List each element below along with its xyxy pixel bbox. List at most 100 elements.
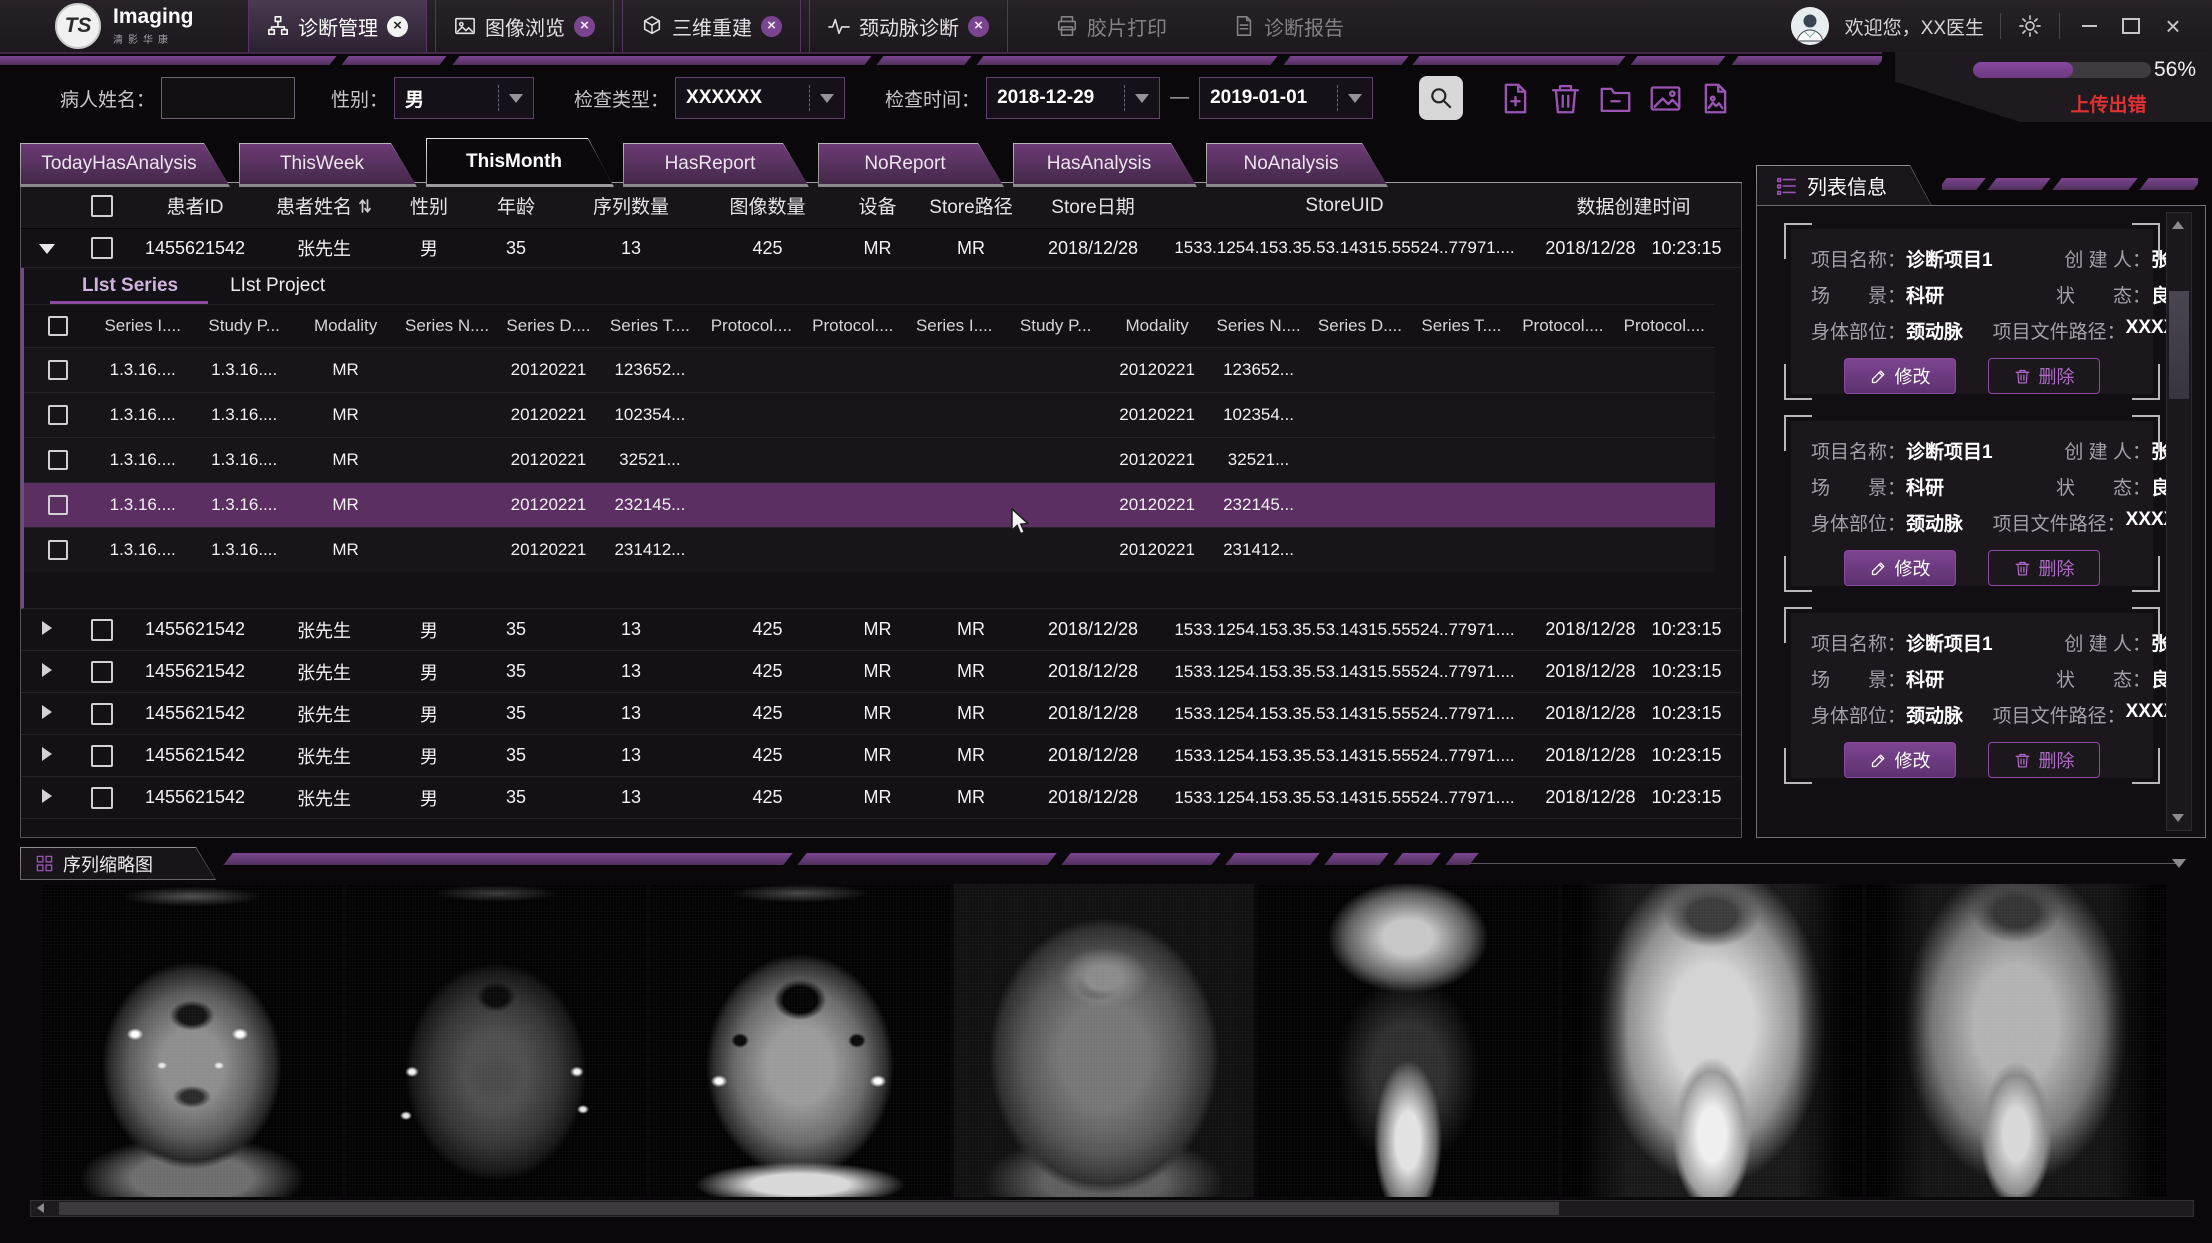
- series-column-header[interactable]: Protocol....: [1512, 316, 1613, 336]
- patient-row[interactable]: 1455621542 张先生 男 35 13 425 MR MR 2018/12…: [21, 609, 1741, 651]
- col-header-patient-name[interactable]: 患者姓名: [259, 192, 389, 219]
- series-column-header[interactable]: Series T....: [1411, 316, 1512, 336]
- series-row[interactable]: 1.3.16....1.3.16.... MR 20120221102354..…: [24, 392, 1715, 437]
- row-checkbox[interactable]: [91, 703, 113, 725]
- mri-thumbnail-5[interactable]: [1258, 884, 1558, 1197]
- expand-icon[interactable]: [42, 663, 52, 677]
- date-from-select[interactable]: 2018-12-29: [986, 77, 1160, 119]
- row-checkbox[interactable]: [91, 787, 113, 809]
- col-header-series-count[interactable]: 序列数量: [563, 192, 699, 219]
- series-row[interactable]: 1.3.16....1.3.16.... MR 2012022132521...…: [24, 437, 1715, 482]
- series-column-header[interactable]: Series N....: [396, 316, 497, 336]
- sort-icon[interactable]: [358, 198, 372, 214]
- patient-row[interactable]: 1455621542 张先生 男 35 13 425 MR MR 2018/12…: [21, 693, 1741, 735]
- series-column-header[interactable]: Series D....: [498, 316, 599, 336]
- series-column-header[interactable]: Protocol....: [802, 316, 903, 336]
- patient-row[interactable]: 1455621542 张先生 男 35 13 425 MR MR 2018/12…: [21, 777, 1741, 819]
- patient-name-input[interactable]: [161, 77, 295, 119]
- tab-diagnosis-report[interactable]: 诊断报告: [1215, 0, 1362, 52]
- scrollbar-thumb[interactable]: [59, 1202, 1559, 1215]
- scroll-down-icon[interactable]: [2172, 814, 2184, 822]
- series-checkbox[interactable]: [48, 540, 68, 560]
- tab-no-report[interactable]: NoReport: [818, 143, 1004, 187]
- series-row[interactable]: 1.3.16....1.3.16.... MR 20120221123652..…: [24, 347, 1715, 392]
- row-checkbox[interactable]: [91, 661, 113, 683]
- folder-icon[interactable]: [1599, 82, 1632, 115]
- tab-list-series[interactable]: LIst Series: [82, 275, 178, 304]
- row-checkbox[interactable]: [91, 237, 113, 259]
- series-column-header[interactable]: Modality: [1106, 316, 1207, 336]
- series-checkbox[interactable]: [48, 450, 68, 470]
- col-header-store-date[interactable]: Store日期: [1023, 192, 1163, 219]
- mri-thumbnail-2[interactable]: [346, 884, 646, 1197]
- col-header-device[interactable]: 设备: [836, 192, 919, 219]
- minimize-button[interactable]: [2076, 13, 2102, 39]
- tab-has-report[interactable]: HasReport: [623, 143, 809, 187]
- close-icon[interactable]: ×: [761, 16, 782, 37]
- date-to-select[interactable]: 2019-01-01: [1199, 77, 1373, 119]
- expand-icon[interactable]: [42, 621, 52, 635]
- collapse-icon[interactable]: [39, 244, 55, 254]
- col-header-store-uid[interactable]: StoreUID: [1163, 195, 1526, 217]
- picture-icon[interactable]: [1649, 82, 1682, 115]
- close-icon[interactable]: ×: [968, 16, 989, 37]
- patient-row[interactable]: 1455621542 张先生 男 35 13 425 MR MR 2018/12…: [21, 735, 1741, 777]
- exam-type-select[interactable]: XXXXXX: [675, 77, 845, 119]
- trash-icon[interactable]: [1549, 82, 1582, 115]
- series-column-header[interactable]: Series I....: [92, 316, 193, 336]
- col-header-image-count[interactable]: 图像数量: [699, 192, 836, 219]
- close-icon[interactable]: ×: [387, 16, 408, 37]
- scroll-up-icon[interactable]: [2172, 221, 2184, 229]
- series-column-header[interactable]: Series N....: [1208, 316, 1309, 336]
- avatar[interactable]: [1791, 7, 1829, 45]
- series-column-header[interactable]: Study P...: [1005, 316, 1106, 336]
- tab-carotid-diagnosis[interactable]: 颈动脉诊断 ×: [809, 0, 1008, 52]
- col-header-created-time[interactable]: 数据创建时间: [1526, 192, 1741, 219]
- tab-has-analysis[interactable]: HasAnalysis: [1013, 143, 1197, 187]
- tab-film-print[interactable]: 胶片打印: [1038, 0, 1185, 52]
- tab-this-week[interactable]: ThisWeek: [239, 143, 417, 187]
- mri-thumbnail-1[interactable]: [42, 884, 342, 1197]
- tab-diagnosis-management[interactable]: 诊断管理 ×: [248, 0, 427, 52]
- add-file-icon[interactable]: [1499, 82, 1532, 115]
- delete-button[interactable]: 删除: [1988, 742, 2100, 778]
- search-button[interactable]: [1419, 76, 1463, 120]
- select-all-series-checkbox[interactable]: [24, 316, 92, 337]
- select-all-checkbox[interactable]: [73, 195, 131, 217]
- expand-icon[interactable]: [42, 705, 52, 719]
- image-file-icon[interactable]: [1699, 82, 1732, 115]
- gender-select[interactable]: 男: [394, 77, 534, 119]
- col-header-store-path[interactable]: Store路径: [919, 192, 1023, 219]
- edit-button[interactable]: 修改: [1844, 358, 1956, 394]
- series-checkbox[interactable]: [48, 360, 68, 380]
- edit-button[interactable]: 修改: [1844, 742, 1956, 778]
- gear-icon[interactable]: [2017, 13, 2043, 39]
- tab-this-month[interactable]: ThisMonth: [426, 138, 614, 187]
- mri-thumbnail-3[interactable]: [650, 884, 950, 1197]
- expand-icon[interactable]: [42, 747, 52, 761]
- row-checkbox[interactable]: [91, 745, 113, 767]
- mri-thumbnail-6[interactable]: [1562, 884, 1862, 1197]
- series-row[interactable]: 1.3.16....1.3.16.... MR 20120221231412..…: [24, 527, 1715, 572]
- close-icon[interactable]: ×: [574, 16, 595, 37]
- mri-thumbnail-4[interactable]: [954, 884, 1254, 1197]
- edit-button[interactable]: 修改: [1844, 550, 1956, 586]
- scrollbar-thumb[interactable]: [2169, 291, 2189, 399]
- series-column-header[interactable]: Study P...: [193, 316, 294, 336]
- col-header-age[interactable]: 年龄: [469, 192, 563, 219]
- mri-thumbnail-7[interactable]: [1866, 884, 2166, 1197]
- scroll-left-icon[interactable]: [37, 1203, 44, 1213]
- patient-row[interactable]: 1455621542 张先生 男 35 13 425 MR MR 2018/12…: [21, 651, 1741, 693]
- tab-no-analysis[interactable]: NoAnalysis: [1206, 143, 1388, 187]
- series-column-header[interactable]: Series D....: [1309, 316, 1410, 336]
- col-header-patient-id[interactable]: 患者ID: [131, 192, 259, 219]
- horizontal-scrollbar[interactable]: [30, 1200, 2194, 1217]
- delete-button[interactable]: 删除: [1988, 550, 2100, 586]
- series-column-header[interactable]: Protocol....: [1614, 316, 1715, 336]
- series-checkbox[interactable]: [48, 405, 68, 425]
- series-column-header[interactable]: Series I....: [904, 316, 1005, 336]
- patient-row-expanded[interactable]: 1455621542 张先生 男 35 13 425 MR MR 2018/12…: [21, 229, 1741, 268]
- series-row[interactable]: 1.3.16....1.3.16.... MR 20120221232145..…: [24, 482, 1715, 527]
- maximize-button[interactable]: [2118, 13, 2144, 39]
- delete-button[interactable]: 删除: [1988, 358, 2100, 394]
